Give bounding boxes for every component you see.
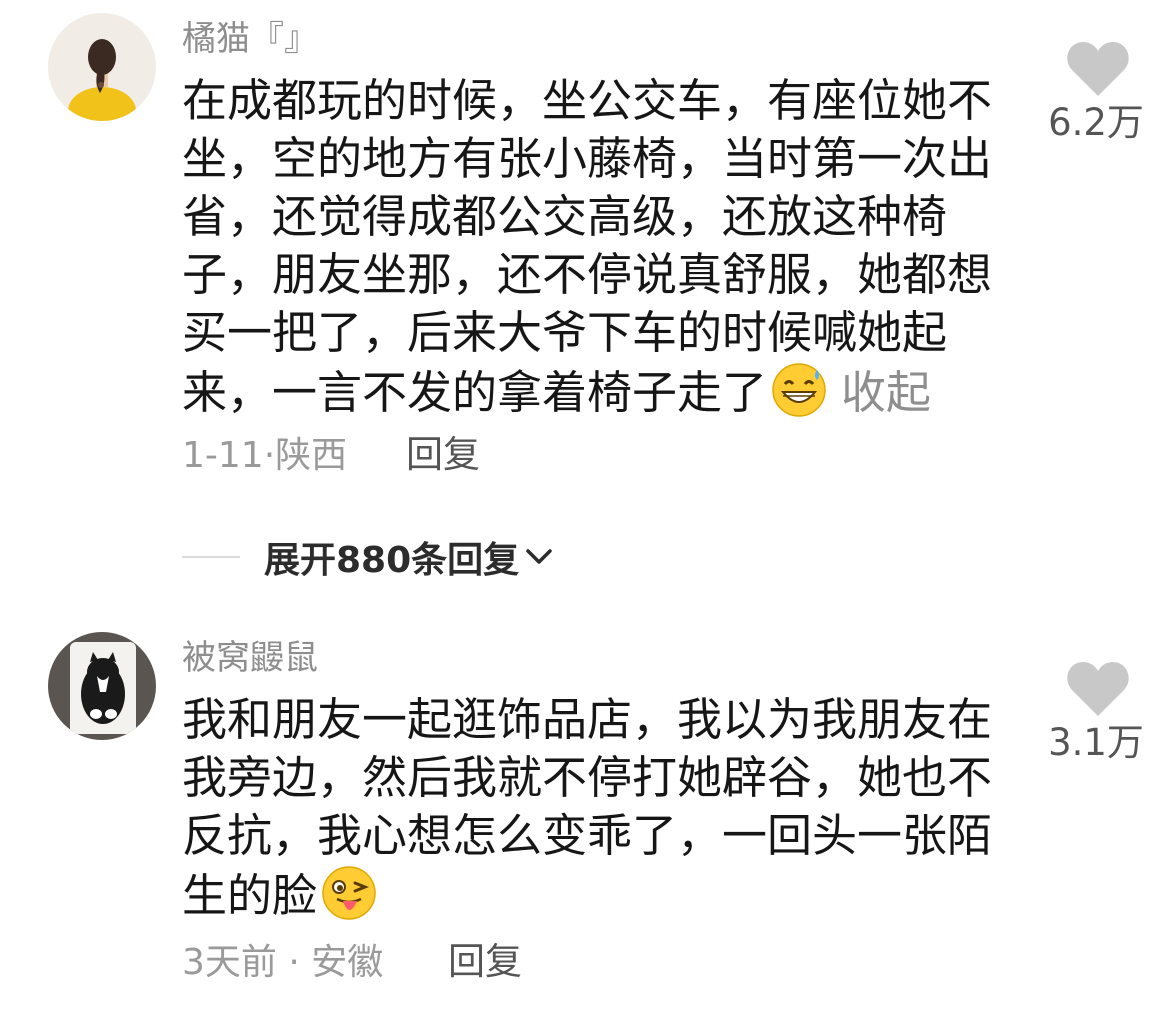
collapse-button[interactable]: 收起 [841, 366, 931, 419]
comment-text-content: 我和朋友一起逛饰品店，我以为我朋友在我旁边，然后我就不停打她辟谷，她也不反抗，我… [182, 693, 993, 922]
reply-button[interactable]: 回复 [406, 436, 480, 473]
heart-icon[interactable] [1066, 40, 1130, 98]
meta-separator: · [263, 435, 276, 476]
meta-separator: · [276, 942, 312, 983]
avatar[interactable] [48, 632, 156, 740]
comment-meta: 3天前 · 安徽 [182, 945, 383, 981]
comment-location: 安徽 [311, 942, 384, 983]
like-count: 6.2万 [1048, 101, 1144, 144]
comment-username[interactable]: 被窝鼹鼠 [182, 641, 318, 675]
grinning-sweat-emoji-icon [772, 363, 826, 417]
chevron-down-icon [526, 549, 552, 564]
divider-line [182, 556, 240, 558]
comment-text: 我和朋友一起逛饰品店，我以为我朋友在我旁边，然后我就不停打她辟谷，她也不反抗，我… [182, 691, 1012, 925]
expand-replies-label: 展开880条回复 [264, 540, 520, 581]
expand-replies-button[interactable]: 展开880条回复 [182, 537, 553, 581]
winking-tongue-emoji-icon [322, 866, 376, 920]
comment-location: 陕西 [275, 435, 348, 476]
comment-text: 在成都玩的时候，坐公交车，有座位她不坐，空的地方有张小藤椅，当时第一次出省，还觉… [182, 72, 1012, 422]
comment-date: 1-11 [182, 435, 264, 476]
reply-button[interactable]: 回复 [448, 943, 522, 980]
heart-icon[interactable] [1066, 660, 1130, 718]
girl-yellow-shirt-avatar-icon [48, 13, 156, 121]
like-count: 3.1万 [1048, 721, 1144, 764]
comment-username[interactable]: 橘猫『』 [182, 22, 318, 56]
tuxedo-cat-avatar-icon [48, 632, 156, 740]
avatar[interactable] [48, 13, 156, 121]
comment-date: 3天前 [182, 942, 277, 983]
comment-meta: 1-11·陕西 [182, 438, 347, 474]
